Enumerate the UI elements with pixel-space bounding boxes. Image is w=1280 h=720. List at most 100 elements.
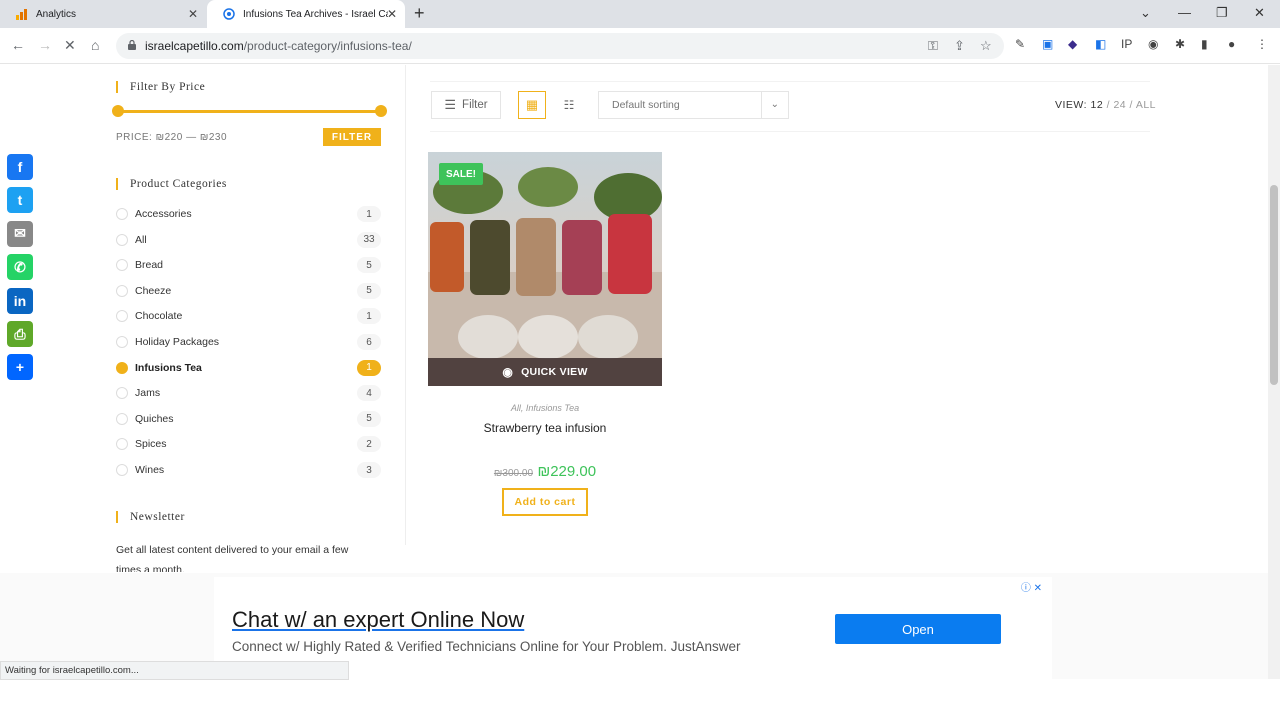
- share-email-button[interactable]: ✉: [7, 220, 33, 247]
- new-tab-icon[interactable]: +: [414, 3, 425, 24]
- category-label: Holiday Packages: [135, 336, 220, 348]
- radio-icon: [116, 361, 128, 374]
- eyedropper-extension-icon[interactable]: ✎: [1015, 37, 1025, 51]
- price-slider-max-handle[interactable]: [375, 105, 387, 117]
- share-page-icon[interactable]: ⇪: [954, 38, 965, 54]
- window-bottom: [0, 680, 1280, 720]
- radio-icon: [116, 310, 128, 323]
- share-facebook-button[interactable]: f: [7, 154, 33, 180]
- analytics-icon: [16, 8, 28, 20]
- forward-icon[interactable]: →: [38, 37, 52, 53]
- view-separator: /: [1106, 99, 1111, 111]
- bookmark-star-icon[interactable]: ☆: [980, 38, 992, 54]
- share-share-button[interactable]: +: [7, 354, 33, 381]
- ad-subline: Connect w/ Highly Rated & Verified Techn…: [232, 639, 741, 654]
- share-whatsapp-button[interactable]: ✆: [7, 254, 33, 281]
- quick-view-button[interactable]: ◉ QUICK VIEW: [428, 358, 662, 386]
- email-icon: ✉: [14, 225, 26, 242]
- category-count-badge: 6: [357, 334, 381, 350]
- price-slider-track[interactable]: [118, 110, 381, 113]
- share-twitter-button[interactable]: t: [7, 187, 33, 214]
- add-to-cart-button[interactable]: Add to cart: [502, 488, 588, 516]
- lock-icon: [128, 40, 136, 50]
- close-tab-icon[interactable]: ✕: [387, 7, 397, 21]
- category-item-bread[interactable]: Bread 5: [116, 256, 381, 274]
- site-favicon-icon: [223, 8, 235, 20]
- category-label: Quiches: [135, 412, 174, 425]
- key-icon[interactable]: ⚿: [928, 38, 938, 54]
- category-item-all[interactable]: All 33: [116, 231, 381, 249]
- list-view-button[interactable]: ☷: [555, 91, 583, 119]
- camera-extension-icon[interactable]: ◉: [1148, 37, 1158, 51]
- ad-open-button[interactable]: Open: [835, 614, 1001, 644]
- product-title[interactable]: Strawberry tea infusion: [428, 421, 662, 435]
- category-count-badge: 4: [357, 385, 381, 402]
- view-12-link[interactable]: 12: [1090, 99, 1103, 111]
- ip-extension-icon[interactable]: IP: [1121, 37, 1132, 51]
- view-all-link[interactable]: ALL: [1136, 99, 1156, 111]
- profile-avatar-icon[interactable]: ●: [1228, 37, 1235, 51]
- category-item-infusions-tea[interactable]: Infusions Tea 1: [116, 359, 381, 377]
- side-panel-icon[interactable]: ▮: [1201, 37, 1208, 51]
- view-separator: /: [1129, 99, 1133, 111]
- chevron-down-icon: ⌄: [770, 99, 779, 110]
- category-item-cheeze[interactable]: Cheeze 5: [116, 282, 381, 300]
- price-range-label: PRICE: ₪220 — ₪230: [116, 132, 228, 143]
- extension-badge-icon[interactable]: ◆: [1068, 37, 1077, 51]
- back-icon[interactable]: ←: [11, 37, 25, 53]
- newsletter-title: Newsletter: [116, 511, 185, 523]
- code-extension-icon[interactable]: ▣: [1042, 37, 1053, 51]
- category-item-chocolate[interactable]: Chocolate 1: [116, 307, 381, 325]
- quick-view-label: QUICK VIEW: [521, 366, 588, 378]
- view-24-link[interactable]: 24: [1113, 99, 1126, 111]
- close-window-icon[interactable]: ✕: [1254, 5, 1265, 21]
- extensions-puzzle-icon[interactable]: ✱: [1175, 37, 1185, 51]
- extension-icon[interactable]: ◧: [1095, 37, 1106, 51]
- category-item-quiches[interactable]: Quiches 5: [116, 410, 381, 428]
- browser-menu-icon[interactable]: ⋮: [1256, 37, 1268, 51]
- sale-badge: SALE!: [439, 163, 483, 185]
- tab-analytics[interactable]: Analytics ✕: [0, 0, 206, 28]
- scrollbar-thumb[interactable]: [1270, 185, 1278, 385]
- category-item-wines[interactable]: Wines 3: [116, 461, 381, 479]
- share-print-button[interactable]: ⎙: [7, 321, 33, 347]
- category-item-spices[interactable]: Spices 2: [116, 435, 381, 453]
- ad-headline[interactable]: Chat w/ an expert Online Now: [232, 607, 524, 633]
- tea-jars-photo: [428, 152, 662, 386]
- tab-search-icon[interactable]: ⌄: [1140, 5, 1151, 21]
- tab-infusions-tea[interactable]: Infusions Tea Archives - Israel Ca ✕: [207, 0, 405, 28]
- category-count-badge: 1: [357, 359, 381, 376]
- address-bar[interactable]: israelcapetillo.com/product-category/inf…: [116, 33, 1004, 59]
- category-count-badge: 1: [357, 206, 381, 222]
- home-icon[interactable]: ⌂: [91, 37, 99, 53]
- product-image[interactable]: SALE! ◉ QUICK VIEW: [428, 152, 662, 386]
- restore-icon[interactable]: ❐: [1216, 5, 1228, 21]
- share-linkedin-button[interactable]: in: [7, 287, 33, 314]
- newsletter-text: Get all latest content delivered to your…: [116, 544, 349, 572]
- filter-toggle-button[interactable]: ☰ Filter: [431, 91, 501, 119]
- price-slider-min-handle[interactable]: [112, 105, 124, 117]
- minimize-icon[interactable]: —: [1178, 5, 1191, 20]
- page-scrollbar[interactable]: [1268, 65, 1280, 679]
- category-item-jams[interactable]: Jams 4: [116, 384, 381, 402]
- stop-loading-icon[interactable]: ✕: [64, 37, 76, 54]
- category-item-accessories[interactable]: Accessories 1: [116, 205, 381, 223]
- sort-select[interactable]: Default sorting ⌄: [598, 91, 789, 119]
- grid-view-button[interactable]: ▦: [518, 91, 546, 119]
- grid-icon: ▦: [525, 97, 539, 112]
- sort-value: Default sorting: [612, 99, 680, 111]
- category-count-badge: 1: [357, 308, 381, 325]
- ad-info-close-icon[interactable]: ⓘ ✕: [1021, 579, 1042, 594]
- whatsapp-icon: ✆: [14, 258, 26, 275]
- eye-icon: ◉: [502, 365, 514, 379]
- category-count-badge: 5: [357, 410, 381, 427]
- tab-title: Analytics: [36, 8, 77, 20]
- radio-icon: [116, 387, 128, 400]
- radio-icon: [116, 259, 128, 272]
- url-path: /product-category/infusions-tea/: [243, 39, 412, 53]
- close-tab-icon[interactable]: ✕: [188, 7, 198, 21]
- product-categories[interactable]: All, Infusions Tea: [428, 403, 662, 413]
- linkedin-icon: in: [13, 292, 27, 309]
- filter-price-button[interactable]: FILTER: [323, 128, 381, 146]
- category-item-holiday-packages[interactable]: Holiday Packages 6: [116, 333, 381, 351]
